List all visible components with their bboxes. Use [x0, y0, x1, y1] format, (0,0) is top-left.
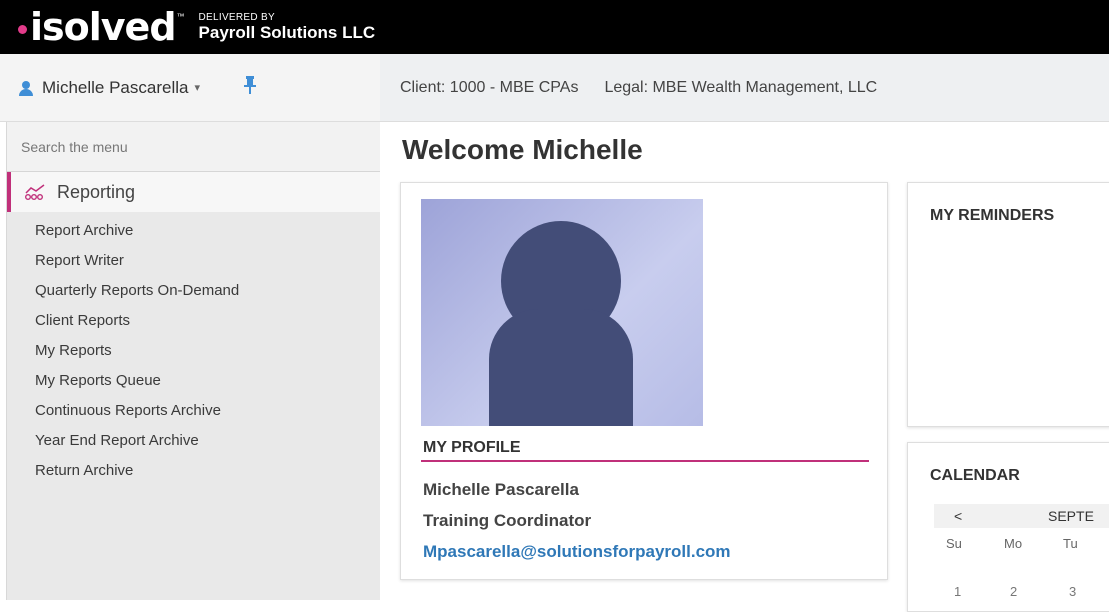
logo-trademark: ™	[176, 12, 185, 21]
menu-item-report-writer[interactable]: Report Writer	[7, 246, 380, 276]
top-brand-bar: isolved ™ DELIVERED BY Payroll Solutions…	[0, 0, 1109, 54]
reporting-icon	[25, 184, 47, 200]
profile-role: Training Coordinator	[423, 511, 592, 530]
profile-divider	[421, 460, 869, 462]
profile-title: MY PROFILE	[423, 439, 521, 456]
profile-card: MY PROFILE Michelle Pascarella Training …	[400, 182, 888, 580]
reminders-card: MY REMINDERS	[907, 182, 1109, 427]
provider-name: Payroll Solutions LLC	[198, 22, 376, 42]
delivered-by-block: DELIVERED BY Payroll Solutions LLC	[199, 12, 376, 43]
menu-item-my-reports[interactable]: My Reports	[7, 336, 380, 366]
profile-name: Michelle Pascarella	[423, 480, 579, 499]
logo-dot-icon	[18, 24, 27, 34]
calendar-prev-button[interactable]: <	[954, 508, 962, 524]
calendar-dow: Mo	[1004, 536, 1023, 551]
logo-text: isolved	[30, 5, 177, 49]
page-title: Welcome Michelle	[402, 134, 643, 165]
calendar-day[interactable]: 2	[1010, 584, 1017, 599]
menu-item-report-archive[interactable]: Report Archive	[7, 216, 380, 246]
menu-item-quarterly-reports[interactable]: Quarterly Reports On-Demand	[7, 276, 380, 306]
legal-selector[interactable]: Legal: MBE Wealth Management, LLC	[604, 79, 877, 97]
calendar-day[interactable]: 1	[954, 584, 961, 599]
search-menu-input[interactable]: Search the menu	[7, 122, 380, 172]
calendar-card: CALENDAR < SEPTE Su Mo Tu 1 2 3	[907, 442, 1109, 612]
profile-email-link[interactable]: Mpascarella@solutionsforpayroll.com	[423, 542, 731, 562]
client-bar: Client: 1000 - MBE CPAs Legal: MBE Wealt…	[380, 54, 1109, 122]
menu-item-my-reports-queue[interactable]: My Reports Queue	[7, 366, 380, 396]
reminders-title: MY REMINDERS	[930, 207, 1055, 224]
calendar-dow: Su	[946, 536, 962, 551]
calendar-header: < SEPTE	[934, 504, 1109, 528]
calendar-title: CALENDAR	[930, 467, 1020, 484]
menu-item-client-reports[interactable]: Client Reports	[7, 306, 380, 336]
isolved-logo[interactable]: isolved ™	[18, 0, 185, 54]
user-menu-name[interactable]: Michelle Pascarella	[42, 78, 188, 98]
pin-icon[interactable]	[243, 76, 257, 99]
menu-item-year-end-report-archive[interactable]: Year End Report Archive	[7, 426, 380, 456]
user-bar: Michelle Pascarella ▾	[0, 54, 380, 122]
sidebar-section-reporting[interactable]: Reporting	[7, 172, 380, 212]
calendar-month-label: SEPTE	[1048, 508, 1094, 524]
calendar-dow: Tu	[1063, 536, 1078, 551]
chevron-down-icon[interactable]: ▾	[194, 81, 200, 94]
calendar-day[interactable]: 3	[1069, 584, 1076, 599]
sidebar: Search the menu Reporting Report Archive…	[6, 122, 380, 600]
client-selector[interactable]: Client: 1000 - MBE CPAs	[400, 79, 578, 97]
menu-item-continuous-reports-archive[interactable]: Continuous Reports Archive	[7, 396, 380, 426]
sidebar-section-label: Reporting	[57, 181, 136, 202]
avatar[interactable]	[421, 199, 703, 426]
reporting-menu: Report Archive Report Writer Quarterly R…	[7, 212, 380, 486]
menu-item-return-archive[interactable]: Return Archive	[7, 456, 380, 486]
user-icon	[18, 80, 34, 96]
delivered-by-label: DELIVERED BY	[198, 11, 275, 23]
